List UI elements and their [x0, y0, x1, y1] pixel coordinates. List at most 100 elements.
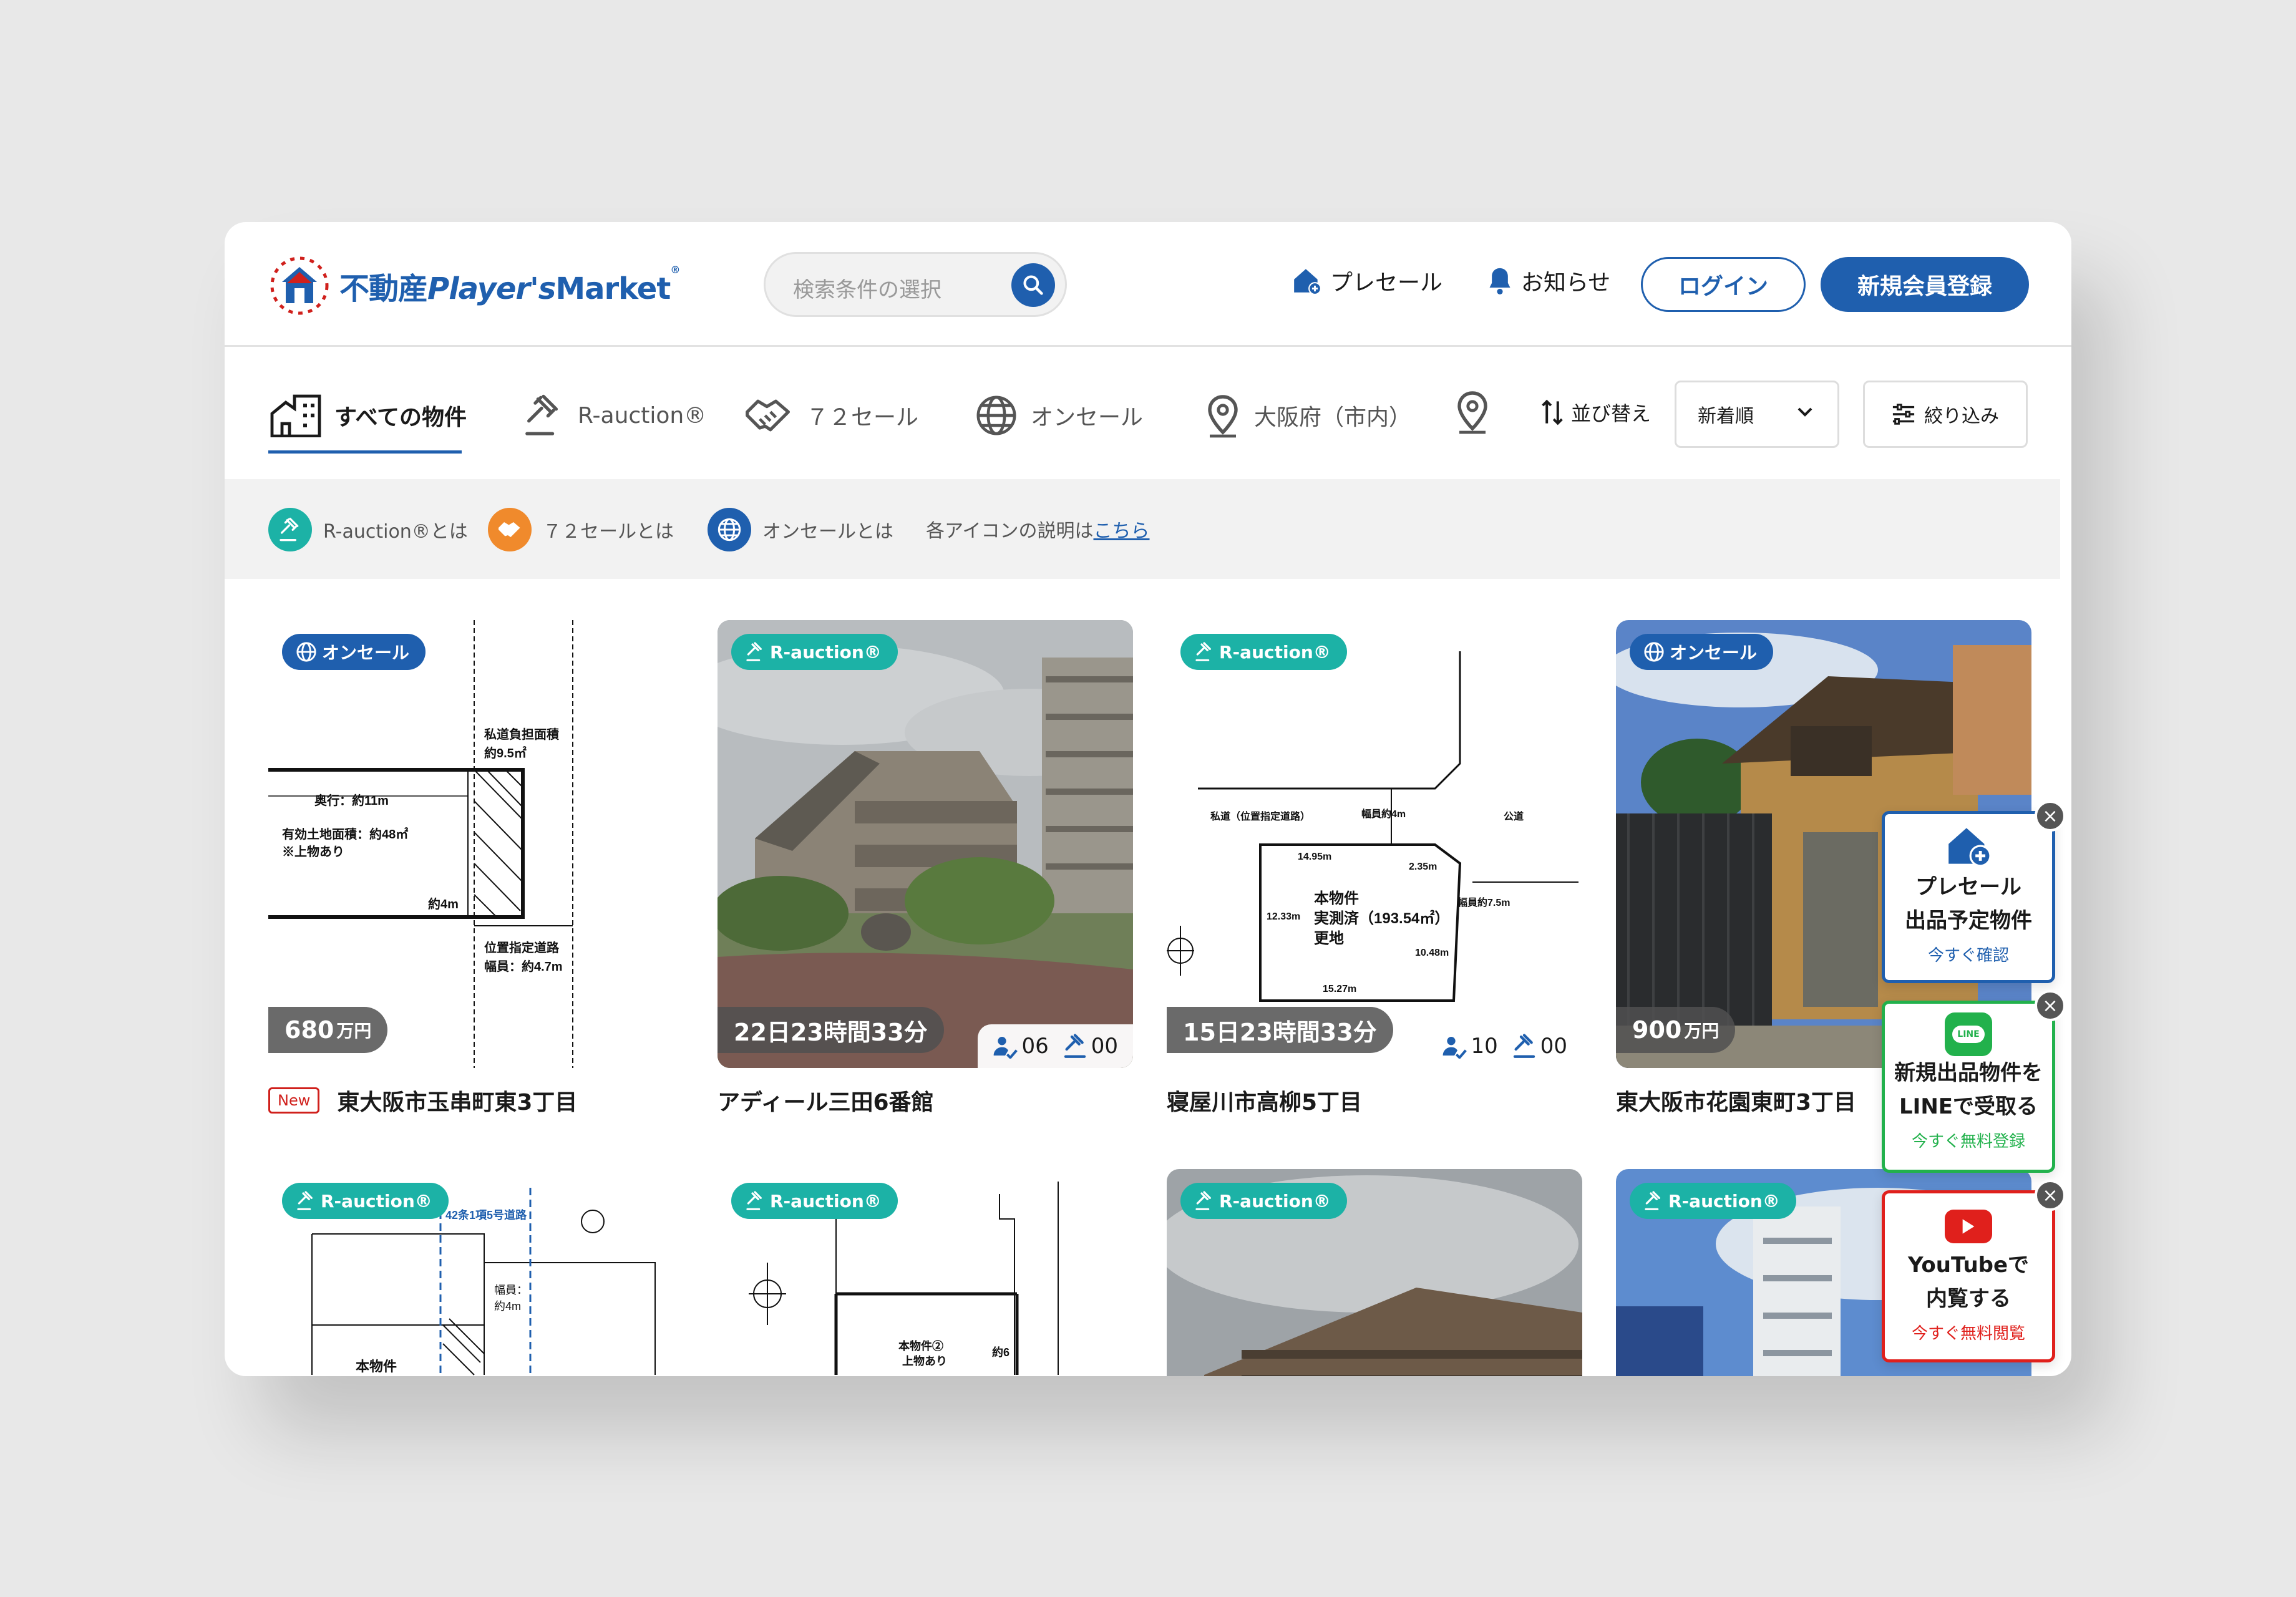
close-icon[interactable]: ×	[2035, 990, 2066, 1021]
site-logo[interactable]: 不動産Player'sMarket®	[268, 255, 680, 317]
close-icon[interactable]: ×	[2035, 800, 2066, 832]
sort-select[interactable]: 新着順	[1675, 381, 1839, 448]
svg-text:公道: 公道	[1504, 810, 1524, 822]
auction-timer: 22日23時間33分	[718, 1007, 944, 1053]
tab-rauction-label: R-auction®	[578, 402, 707, 429]
svg-text:幅員約7.5m: 幅員約7.5m	[1457, 896, 1510, 908]
property-card[interactable]: R-auction® 22日23時間33分 06 00 アディール三田6番館	[718, 620, 1133, 1117]
tab-onsale[interactable]: オンセール	[975, 391, 1143, 440]
site-plan-drawing: 私道負担面積 約9.5㎡ 奥行：約11m 有効土地面積：約48㎡ ※上物あり 約…	[268, 620, 573, 1068]
badge-label: R-auction®	[1668, 1190, 1780, 1211]
svg-text:本物件: 本物件	[1314, 890, 1359, 907]
badge-label: R-auction®	[770, 1190, 882, 1211]
presale-widget-line2: 出品予定物件	[1905, 908, 2032, 933]
property-image: 私道（位置指定道路） 幅員約4m 公道 14.95m 2.35m 幅員約7.5m…	[1167, 620, 1582, 1068]
building-icon	[270, 394, 321, 437]
rauction-badge: R-auction®	[731, 1183, 898, 1219]
tab-rauction[interactable]: R-auction®	[522, 391, 706, 440]
legend-72sale-label: ７２セールとは	[543, 521, 674, 543]
presale-label: プレセール	[1330, 270, 1443, 296]
presale-widget-sub: 今すぐ確認	[1927, 946, 2009, 965]
youtube-widget-line2: 内覧する	[1926, 1286, 2011, 1311]
globe-icon	[296, 642, 316, 662]
gavel-icon	[746, 642, 762, 661]
bidder-count: 10	[1471, 1034, 1498, 1059]
tab-area-label: 大阪府（市内）	[1254, 405, 1412, 430]
register-button[interactable]: 新規会員登録	[1821, 257, 2029, 312]
login-button[interactable]: ログイン	[1641, 257, 1806, 312]
price-tag: 680 万円	[268, 1007, 388, 1053]
legend-icon-explain: 各アイコンの説明は こちら	[926, 515, 1150, 543]
logo-icon	[270, 256, 329, 315]
youtube-widget-line1: YouTubeで	[1907, 1253, 2030, 1278]
card-title[interactable]: 寝屋川市高柳5丁目	[1167, 1084, 1362, 1117]
gavel-icon	[1195, 1191, 1211, 1210]
badge-label: R-auction®	[1219, 641, 1331, 663]
svg-text:幅員：約4.7m: 幅員：約4.7m	[484, 959, 563, 974]
card-title[interactable]: アディール三田6番館	[718, 1084, 934, 1117]
card-title-row: New 東大阪市玉串町東3丁目	[268, 1084, 684, 1117]
property-card[interactable]: 42条1項5号道路 幅員： 約4m 本物件 R-auction®	[268, 1169, 684, 1376]
presale-link[interactable]: プレセール	[1292, 265, 1442, 297]
svg-text:本物件: 本物件	[356, 1359, 397, 1374]
search-bar[interactable]: 検索条件の選択	[764, 252, 1067, 317]
globe-icon	[1644, 642, 1664, 662]
svg-text:幅員約4m: 幅員約4m	[1361, 808, 1406, 820]
tab-all-label: すべての物件	[334, 405, 467, 430]
category-tabs: すべての物件 R-auction® ７２セール オンセール 大阪府（市内） 並び…	[225, 347, 2071, 479]
chevron-down-icon	[1797, 407, 1812, 417]
tab-area[interactable]: 大阪府（市内）	[1204, 391, 1411, 440]
map-pin-icon	[1457, 391, 1487, 434]
sliders-icon	[1892, 404, 1915, 425]
legend-explain-text: 各アイコンの説明は	[926, 520, 1094, 542]
globe-icon	[976, 396, 1016, 435]
legend-rauction[interactable]: R-auction®とは	[268, 508, 468, 551]
price-unit: 万円	[336, 1021, 372, 1041]
rauction-badge: R-auction®	[282, 1183, 449, 1219]
legend-72sale[interactable]: ７２セールとは	[488, 508, 674, 551]
filter-button[interactable]: 絞り込み	[1863, 381, 2028, 448]
card-title[interactable]: 東大阪市花園東町3丁目	[1616, 1084, 1856, 1117]
property-image: 本物件② 上物あり 約6 R-auction®	[718, 1169, 1133, 1376]
property-image: R-auction®	[1167, 1169, 1582, 1376]
property-card[interactable]: 本物件② 上物あり 約6 R-auction®	[718, 1169, 1133, 1376]
bell-icon	[1489, 268, 1510, 294]
site-plan-drawing: 私道（位置指定道路） 幅員約4m 公道 14.95m 2.35m 幅員約7.5m…	[1167, 651, 1578, 1002]
sort-toggle[interactable]: 並び替え	[1541, 398, 1651, 427]
tab-72sale[interactable]: ７２セール	[744, 391, 918, 440]
search-placeholder: 検索条件の選択	[793, 278, 941, 303]
legend-onsale[interactable]: オンセールとは	[708, 508, 893, 551]
location-button[interactable]	[1454, 389, 1491, 437]
presale-widget[interactable]: プレセール 出品予定物件 今すぐ確認 ×	[1882, 800, 2066, 983]
svg-text:2.35m: 2.35m	[1409, 862, 1437, 872]
search-button[interactable]	[1011, 263, 1055, 307]
close-icon[interactable]: ×	[2035, 1180, 2066, 1211]
property-card[interactable]: 私道負担面積 約9.5㎡ 奥行：約11m 有効土地面積：約48㎡ ※上物あり 約…	[268, 620, 684, 1117]
logo-wordmark: 不動産Player'sMarket®	[339, 264, 680, 306]
price-value: 900	[1632, 1016, 1682, 1044]
house-plus-icon	[1294, 269, 1321, 295]
onsale-badge: オンセール	[1630, 634, 1774, 670]
badge-label: R-auction®	[770, 641, 882, 663]
property-card[interactable]: 私道（位置指定道路） 幅員約4m 公道 14.95m 2.35m 幅員約7.5m…	[1167, 620, 1582, 1117]
property-card[interactable]: R-auction®	[1167, 1169, 1582, 1376]
line-widget[interactable]: LINE 新規出品物件を LINEで受取る 今すぐ無料登録 ×	[1882, 990, 2066, 1173]
gavel-icon	[1645, 1191, 1660, 1210]
card-title[interactable]: 東大阪市玉串町東3丁目	[337, 1084, 577, 1117]
notice-link[interactable]: お知らせ	[1486, 265, 1610, 297]
auction-counts: 06 00	[978, 1024, 1133, 1068]
handshake-icon	[488, 508, 532, 551]
tab-72sale-label: ７２セール	[806, 405, 919, 430]
svg-text:私道負担面積: 私道負担面積	[484, 727, 560, 742]
svg-text:42条1項5号道路: 42条1項5号道路	[445, 1208, 527, 1221]
notice-label: お知らせ	[1521, 270, 1611, 296]
badge-label: オンセール	[322, 643, 410, 663]
gavel-icon	[1513, 1034, 1535, 1058]
bid-count: 00	[1091, 1034, 1118, 1059]
svg-text:私道（位置指定道路）: 私道（位置指定道路）	[1210, 810, 1310, 822]
youtube-widget[interactable]: YouTubeで 内覧する 今すぐ無料閲覧 ×	[1882, 1180, 2066, 1362]
price-value: 680	[285, 1016, 334, 1044]
tab-all[interactable]: すべての物件	[270, 391, 467, 440]
gavel-icon	[297, 1191, 313, 1210]
legend-explain-link[interactable]: こちら	[1094, 515, 1150, 543]
